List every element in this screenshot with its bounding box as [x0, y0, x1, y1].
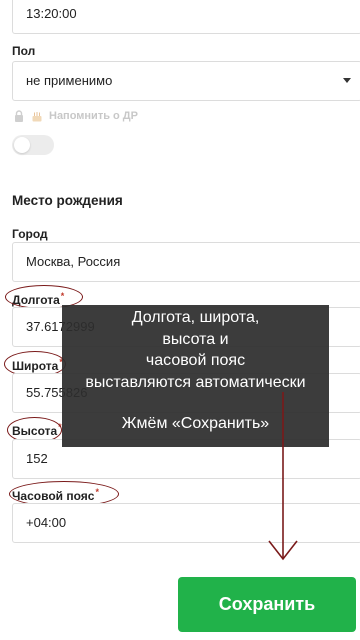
- annotation-line-1: Долгота, широта,: [131, 309, 260, 326]
- annotation-line-5: Жмём «Сохранить»: [121, 415, 270, 432]
- toggle-knob: [14, 137, 30, 153]
- required-star: *: [60, 291, 65, 301]
- remind-birthday-toggle[interactable]: [12, 135, 54, 155]
- chevron-down-icon: [343, 78, 351, 83]
- timezone-value: +04:00: [26, 515, 67, 530]
- time-value: 13:20:00: [26, 6, 77, 21]
- remind-birthday-row: Напомнить о ДР: [13, 110, 138, 122]
- latitude-label-text: Широта: [12, 359, 59, 373]
- longitude-label: Долгота*: [12, 291, 64, 307]
- timezone-label-text: Часовой пояс: [12, 489, 95, 503]
- cake-icon: [32, 112, 42, 122]
- remind-birthday-label: Напомнить о ДР: [49, 110, 138, 122]
- lock-icon: [15, 110, 23, 122]
- altitude-value: 152: [26, 451, 48, 466]
- timezone-label: Часовой пояс*: [12, 487, 99, 503]
- city-input[interactable]: Москва, Россия: [12, 242, 360, 282]
- birthplace-title: Место рождения: [12, 193, 123, 208]
- required-star: *: [95, 487, 99, 497]
- altitude-label: Высота*: [12, 422, 62, 438]
- gender-value: не применимо: [26, 73, 113, 88]
- save-button[interactable]: Сохранить: [178, 577, 356, 632]
- city-label: Город: [12, 227, 48, 241]
- latitude-label: Широта*: [12, 357, 63, 373]
- timezone-input[interactable]: +04:00: [12, 503, 360, 543]
- gender-select[interactable]: не применимо: [12, 61, 360, 101]
- annotation-line-2: высота и: [162, 330, 229, 348]
- annotation-line-3: часовой пояс: [145, 352, 246, 369]
- annotation-line-4: выставляются автоматически: [85, 373, 306, 391]
- city-value: Москва, Россия: [26, 254, 121, 269]
- gender-label: Пол: [12, 44, 36, 58]
- longitude-label-text: Долгота: [12, 293, 60, 307]
- time-input[interactable]: 13:20:00: [12, 0, 360, 34]
- annotation-overlay: Долгота, широта, высота и часовой пояс в…: [62, 305, 329, 447]
- altitude-label-text: Высота: [12, 424, 58, 438]
